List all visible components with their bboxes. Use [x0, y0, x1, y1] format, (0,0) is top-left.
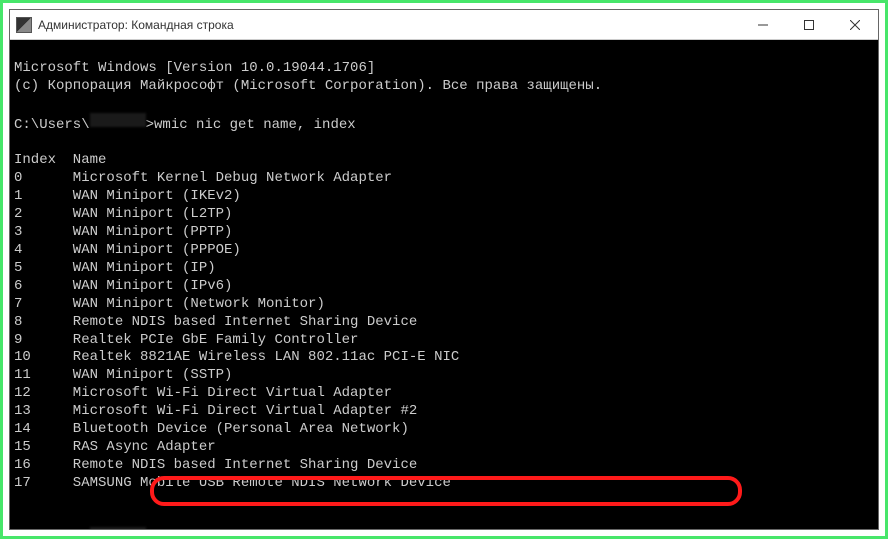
- redacted-user-2: [90, 527, 146, 529]
- header-line-1: Microsoft Windows [Version 10.0.19044.17…: [14, 60, 375, 76]
- cmd-icon: [16, 17, 32, 33]
- title-bar: Администратор: Командная строка: [10, 10, 878, 40]
- redacted-user: [90, 113, 146, 127]
- window-title: Администратор: Командная строка: [38, 18, 740, 32]
- window-controls: [740, 10, 878, 39]
- command-prompt-window: Администратор: Командная строка Microsof…: [9, 9, 879, 530]
- table-header: Index Name: [14, 152, 106, 168]
- terminal-area[interactable]: Microsoft Windows [Version 10.0.19044.17…: [10, 40, 878, 529]
- close-button[interactable]: [832, 10, 878, 39]
- maximize-button[interactable]: [786, 10, 832, 39]
- header-line-2: (c) Корпорация Майкрософт (Microsoft Cor…: [14, 78, 602, 94]
- minimize-button[interactable]: [740, 10, 786, 39]
- prompt-suffix: >: [146, 117, 154, 135]
- command-1: wmic nic get name, index: [154, 117, 356, 135]
- nic-list: 0 Microsoft Kernel Debug Network Adapter…: [14, 170, 874, 492]
- prompt-prefix: C:\Users\: [14, 117, 90, 135]
